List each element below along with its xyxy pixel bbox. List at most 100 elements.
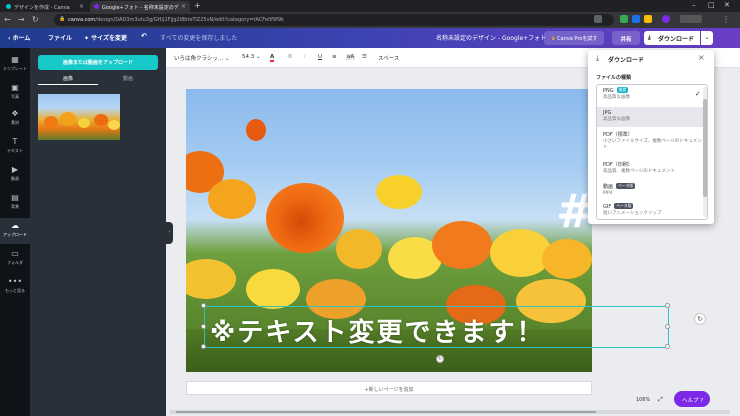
resize-handle-tr[interactable] (665, 303, 670, 308)
poppy-flower (208, 179, 256, 219)
overlay-text-element[interactable]: ※テキスト変更できます！ (210, 312, 670, 349)
browser-tab-0[interactable]: デザインを作成 - Canva × (2, 1, 88, 12)
file-option-name: GIF ベータ版 (603, 203, 703, 210)
horizontal-scrollbar-thumb[interactable] (176, 411, 596, 413)
rotate-handle-icon[interactable]: ↻ (436, 355, 444, 363)
letter-case-button[interactable]: aA (346, 54, 356, 60)
help-button[interactable]: ヘルプ ? (674, 391, 710, 407)
file-menu-button[interactable]: ファイル (48, 33, 72, 42)
font-size-dropdown[interactable]: 54.3 ⌄ (242, 54, 261, 60)
file-list-scrollbar-thumb[interactable] (703, 99, 707, 197)
resize-label: サイズを変更 (91, 35, 127, 42)
extension-icon[interactable] (644, 15, 652, 23)
option-name-text: GIF (603, 204, 612, 210)
resize-handle-tl[interactable] (201, 303, 206, 308)
maximize-button[interactable]: □ (708, 1, 715, 9)
sidebar-item-label: 素材 (11, 120, 19, 125)
close-window-button[interactable]: ✕ (724, 1, 730, 9)
sidebar-item-elements[interactable]: ❖ 素材 (0, 106, 30, 132)
close-icon[interactable]: × (698, 53, 705, 62)
thumbnail-flower (78, 118, 90, 128)
resize-handle-bl[interactable] (201, 344, 206, 349)
browser-tab-label: デザインを作成 - Canva (14, 5, 70, 11)
minimize-button[interactable]: – (692, 1, 696, 9)
close-tab-icon[interactable]: × (79, 3, 84, 10)
tab-videos[interactable]: 動画 (98, 75, 158, 82)
document-title[interactable]: 名称未設定のデザイン - Google+フォト (436, 33, 546, 42)
zoom-level[interactable]: 106% (636, 397, 650, 403)
text-color-button[interactable]: A (270, 54, 275, 62)
video-icon: ▶ (11, 165, 19, 174)
collapse-panel-button[interactable]: ‹ (166, 222, 173, 244)
canva-favicon-icon (6, 4, 11, 9)
poppy-flower (186, 259, 236, 299)
sidebar-item-more[interactable]: ••• もっと見る (0, 274, 30, 300)
upload-media-button[interactable]: 画像または動画をアップロード (38, 55, 158, 70)
refresh-icon[interactable]: ↻ (694, 313, 706, 325)
undo-icon[interactable]: ↶ (141, 32, 147, 40)
sidebar-item-videos[interactable]: ▶ 動画 (0, 162, 30, 188)
home-button[interactable]: ‹ ホーム (8, 33, 30, 42)
sidebar-item-label: フォルダ (7, 260, 23, 265)
file-option-gif[interactable]: GIF ベータ版 短いアニメーションクリップ (597, 203, 703, 219)
file-option-name: PDF（印刷） (603, 162, 633, 168)
spacing-button[interactable]: スペース (378, 54, 399, 62)
forward-arrow-icon[interactable]: → (18, 15, 25, 24)
uploads-panel: 画像または動画をアップロード 画像 動画 (30, 48, 166, 416)
bold-button[interactable]: B (288, 54, 292, 60)
font-dropdown[interactable]: いろは角クラシッ... ⌄ (174, 54, 230, 62)
file-option-jpg[interactable]: JPG 高品質な画像 (597, 107, 703, 127)
sidebar-item-backgrounds[interactable]: ▤ 背景 (0, 190, 30, 216)
download-caret-button[interactable]: ⌄ (701, 31, 713, 45)
fullscreen-icon[interactable]: ⤢ (658, 396, 663, 404)
font-size-value: 54.3 (242, 54, 255, 60)
profile-chip[interactable] (680, 15, 702, 23)
url-field[interactable]: 🔒 canva.com/design/DAD3m3utu3g/GH/j1Fjjg… (54, 14, 614, 26)
resize-button[interactable]: ✦ サイズを変更 (84, 33, 127, 42)
underline-button[interactable]: U (318, 54, 322, 60)
poppy-flower (336, 229, 382, 269)
list-button[interactable]: ☰ (362, 54, 367, 60)
file-option-name: 動画 ベータ版 (603, 183, 703, 190)
url-host: canva.com (68, 17, 96, 23)
tab-images[interactable]: 画像 (38, 75, 98, 82)
new-tab-button[interactable]: + (194, 1, 201, 10)
selection-border-top (204, 306, 668, 307)
download-button[interactable]: ⤓ ダウンロード (644, 31, 700, 45)
sidebar-item-photos[interactable]: ▣ 写真 (0, 80, 30, 106)
sidebar-item-text[interactable]: T テキスト (0, 134, 30, 160)
sidebar-item-templates[interactable]: ▦ テンプレート (0, 52, 30, 78)
share-button[interactable]: 共有 (612, 31, 640, 45)
add-page-button[interactable]: +新しいページを追加 (186, 381, 592, 395)
italic-button[interactable]: I (304, 54, 306, 60)
resize-handle-left[interactable] (201, 324, 206, 329)
chevron-down-icon: ⌄ (704, 34, 710, 41)
file-option-png[interactable]: PNG 推奨 高品質な画像 ✓ (597, 87, 703, 107)
uploaded-image-thumbnail[interactable] (38, 94, 120, 140)
poppy-flower (542, 239, 592, 279)
file-option-pdf-standard[interactable]: PDF（標準） 小さいファイルサイズ、複数ページのドキュメント (597, 131, 703, 157)
poppy-bud (246, 119, 266, 141)
pro-label: Canva Proを試す (557, 36, 598, 42)
reload-icon[interactable]: ↻ (32, 15, 39, 24)
menu-kebab-icon[interactable]: ⋮ (722, 15, 730, 24)
crown-icon: ♛ (551, 36, 556, 42)
sidebar-item-uploads[interactable]: ☁ アップロード (0, 218, 30, 244)
file-option-desc: 短いアニメーションクリップ (603, 211, 662, 216)
close-tab-icon[interactable]: × (181, 3, 186, 10)
extension-icon[interactable] (632, 15, 640, 23)
back-arrow-icon[interactable]: ← (4, 15, 11, 24)
browser-tab-1[interactable]: Google+フォト - 名称未設定のデ × (90, 1, 190, 12)
font-name: いろは角クラシッ... (174, 56, 224, 62)
file-option-pdf-print[interactable]: PDF（印刷） 高品質、複数ページのドキュメント (597, 161, 703, 181)
template-icon: ▦ (11, 55, 19, 64)
bookmark-star-icon[interactable] (594, 15, 602, 23)
file-option-video[interactable]: 動画 ベータ版 MP4 (597, 183, 703, 203)
sidebar-item-label: 背景 (11, 204, 19, 209)
profile-avatar[interactable] (662, 15, 670, 23)
sidebar-item-label: テンプレート (3, 66, 27, 71)
sidebar-item-folders[interactable]: ▭ フォルダ (0, 246, 30, 272)
extension-icon[interactable] (620, 15, 628, 23)
try-canva-pro-button[interactable]: ♛ Canva Proを試す (544, 31, 604, 45)
align-button[interactable]: ≡ (332, 54, 337, 60)
